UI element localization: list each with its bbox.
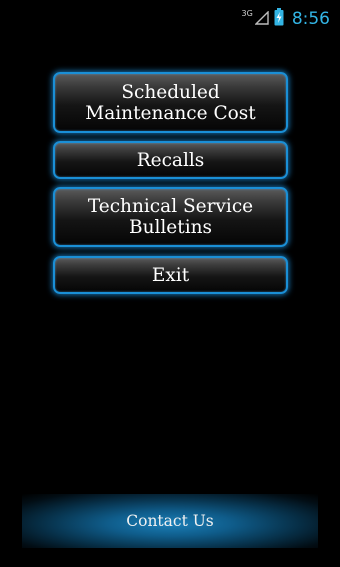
scheduled-maintenance-cost-label: Scheduled Maintenance Cost <box>85 81 256 124</box>
clock: 8:56 <box>291 9 330 29</box>
exit-label: Exit <box>151 264 190 286</box>
battery-charging-icon <box>274 8 284 30</box>
recalls-button[interactable]: Recalls <box>53 141 288 179</box>
exit-button[interactable]: Exit <box>53 256 288 294</box>
contact-us-button[interactable]: Contact Us <box>22 494 318 548</box>
signal-icon <box>254 9 269 29</box>
contact-us-label: Contact Us <box>126 512 214 530</box>
technical-service-bulletins-label: Technical Service Bulletins <box>87 196 254 238</box>
scheduled-maintenance-cost-button[interactable]: Scheduled Maintenance Cost <box>53 72 288 133</box>
status-bar: 3G 8:56 <box>0 0 340 38</box>
status-icons: 3G 8:56 <box>242 8 330 30</box>
network-type-label: 3G <box>241 8 253 18</box>
technical-service-bulletins-button[interactable]: Technical Service Bulletins <box>53 187 288 247</box>
recalls-label: Recalls <box>136 149 205 171</box>
